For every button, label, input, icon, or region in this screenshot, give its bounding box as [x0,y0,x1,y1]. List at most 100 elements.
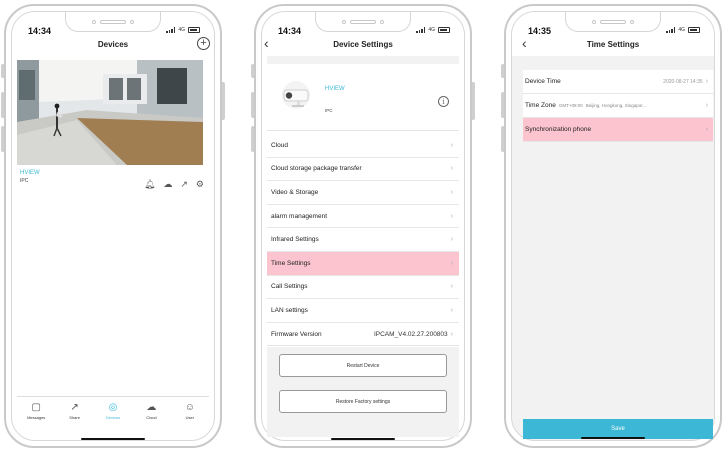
settings-row-cloud[interactable]: Cloud › [267,134,459,158]
signal-icon [666,27,676,33]
row-label: Cloud [271,141,288,149]
tab-share[interactable]: ↗ Share [55,397,93,426]
tab-devices[interactable]: ◎ Devices [94,397,132,426]
row-label: Infrared Settings [271,236,319,244]
row-label: Time Zone [525,102,556,109]
signal-icon [166,27,176,33]
restore-factory-button[interactable]: Restore Factory settings [279,390,447,413]
tab-messages[interactable]: ▢ Messages [17,397,55,426]
time-zone-row[interactable]: Time Zone GMT+08:00 Beijing, Hongkong, S… [523,94,713,118]
chevron-right-icon: › [450,306,453,314]
settings-row-lan-settings[interactable]: LAN settings › [267,299,459,323]
user-icon: ☺︎ [184,402,195,413]
time-settings-list: Device Time 2020-08-27 14:35 › Time Zone… [523,70,713,142]
chevron-right-icon: › [450,259,453,267]
network-type: 4G [178,27,185,33]
notch [565,12,661,32]
device-time-value: 2020-08-27 14:35 [663,78,703,85]
chevron-right-icon: › [450,283,453,291]
row-label: Video & Storage [271,188,319,196]
notch [65,12,161,32]
camera-preview-image[interactable] [17,60,203,165]
add-device-button[interactable]: + [197,37,210,50]
battery-icon [688,27,700,33]
cloud-icon: ☁︎ [146,402,157,413]
tab-cloud[interactable]: ☁︎ Cloud [132,397,170,426]
nav-bar: ‹ Device Settings [254,34,472,56]
device-brand: HVIEW [325,86,345,92]
tab-user[interactable]: ☺︎ User [171,397,209,426]
row-label: Firmware Version [271,330,322,338]
chevron-right-icon: › [705,102,708,109]
battery-icon [188,27,200,33]
settings-list: Cloud › Cloud storage package transfer ›… [267,134,459,347]
restart-device-button[interactable]: Restart Device [279,354,447,377]
settings-row-alarm-management[interactable]: alarm management › [267,205,459,229]
device-time-row[interactable]: Device Time 2020-08-27 14:35 › [523,70,713,94]
chevron-right-icon: › [705,126,708,133]
row-label: Synchronization phone [525,126,592,133]
message-icon: ▢ [31,402,41,413]
home-indicator [331,438,395,440]
device-header: HVIEW IPC i [267,64,459,131]
chevron-right-icon: › [450,188,453,196]
home-indicator [581,437,645,439]
row-label: alarm management [271,212,327,220]
home-indicator [81,438,145,440]
plus-icon: + [200,37,207,49]
chevron-right-icon: › [450,165,453,173]
row-label: Call Settings [271,283,308,291]
synchronization-phone-row[interactable]: Synchronization phone › [523,118,713,142]
firmware-version-value: IPCAM_V4.02.27.200803 [373,330,448,338]
time-zone-cities: Beijing, Hongkong, Singapor... [585,103,647,108]
network-type: 4G [678,27,685,33]
row-label: Cloud storage package transfer [271,165,362,173]
phone-devices: 14:34 4G Devices + HVIEW IPC 🔔︎ ☁︎ ↗ ⚙︎ … [1,4,225,448]
notch [315,12,411,32]
share-icon: ↗ [70,402,79,413]
battery-icon [438,27,450,33]
status-icons: 4G [666,27,700,33]
device-model: IPC [20,178,29,184]
settings-row-time-settings[interactable]: Time Settings › [267,251,459,276]
tab-bar: ▢ Messages ↗ Share ◎ Devices ☁︎ Cloud ☺︎… [17,396,209,426]
status-icons: 4G [166,27,200,33]
settings-row-infrared[interactable]: Infrared Settings › [267,228,459,252]
camera-snapshot [17,60,203,165]
share-icon[interactable]: ↗ [180,180,188,189]
phone-time-settings: 14:35 4G ‹ Time Settings Device Time 202… [501,4,722,448]
row-label: Device Time [525,78,561,85]
time-zone-offset: GMT+08:00 [558,103,583,108]
status-icons: 4G [416,27,450,33]
settings-row-video-storage[interactable]: Video & Storage › [267,181,459,205]
signal-icon [416,27,426,33]
nav-bar: ‹ Time Settings [512,34,714,56]
device-actions: 🔔︎ ☁︎ ↗ ⚙︎ [144,180,204,189]
network-type: 4G [428,27,435,33]
chevron-right-icon: › [450,330,453,338]
cloud-icon[interactable]: ☁︎ [163,180,172,189]
settings-row-cloud-storage-transfer[interactable]: Cloud storage package transfer › [267,158,459,182]
chevron-right-icon: › [450,141,453,149]
bell-icon[interactable]: 🔔︎ [144,180,155,189]
tab-label: Devices [105,415,121,420]
spacer [267,56,459,64]
info-icon[interactable]: i [438,96,449,107]
page-title: Devices [97,40,129,49]
camera-icon [282,81,310,109]
tab-label: Cloud [146,415,157,420]
tab-label: User [185,415,195,420]
device-info[interactable]: HVIEW IPC [20,170,40,184]
settings-row-firmware-version[interactable]: Firmware Version IPCAM_V4.02.27.200803 › [267,323,459,347]
save-button[interactable]: Save [523,419,713,439]
chevron-right-icon: › [450,212,453,220]
device-brand: HVIEW [20,170,40,176]
settings-row-call-settings[interactable]: Call Settings › [267,276,459,300]
page-title: Time Settings [586,40,640,49]
tab-label: Messages [27,415,46,420]
device-model: IPC [325,108,333,113]
gear-icon[interactable]: ⚙︎ [196,180,204,189]
row-label: Time Settings [271,259,311,267]
phone-device-settings: 14:34 4G ‹ Device Settings HVIEW IPC i C… [251,4,475,448]
nav-bar: Devices + [4,34,222,56]
